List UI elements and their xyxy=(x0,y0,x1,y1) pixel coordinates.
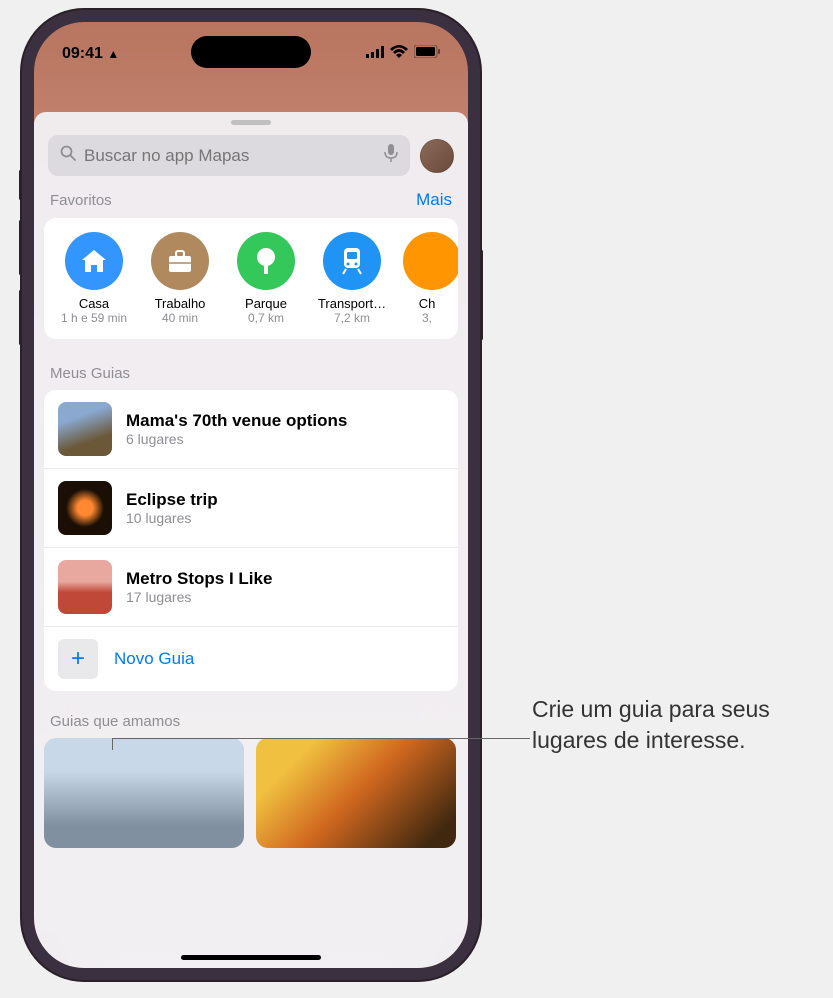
location-arrow-icon: ▲ xyxy=(107,47,119,61)
favorite-park[interactable]: Parque 0,7 km xyxy=(224,232,308,325)
cellular-icon xyxy=(366,45,384,63)
callout-text: Crie um guia para seus lugares de intere… xyxy=(532,694,832,756)
home-indicator[interactable] xyxy=(181,955,321,960)
guide-item[interactable]: Metro Stops I Like 17 lugares xyxy=(44,548,458,627)
grabber[interactable] xyxy=(231,120,271,125)
search-field[interactable] xyxy=(48,135,410,176)
loved-guides-row[interactable] xyxy=(34,738,468,848)
loved-guide-card[interactable] xyxy=(256,738,456,848)
guide-item[interactable]: Mama's 70th venue options 6 lugares xyxy=(44,390,458,469)
favorites-header: Favoritos xyxy=(50,192,112,209)
favorites-more-link[interactable]: Mais xyxy=(416,190,452,210)
guide-thumbnail xyxy=(58,402,112,456)
guide-item[interactable]: Eclipse trip 10 lugares xyxy=(44,469,458,548)
phone-screen: 09:41 ▲ xyxy=(34,22,468,968)
favorite-other[interactable]: Ch 3, xyxy=(396,232,458,325)
favorite-transit[interactable]: Transport… 7,2 km xyxy=(310,232,394,325)
search-icon xyxy=(60,145,76,166)
loved-guide-card[interactable] xyxy=(44,738,244,848)
volume-down-button xyxy=(19,290,22,345)
my-guides-card: Mama's 70th venue options 6 lugares Ecli… xyxy=(44,390,458,691)
guide-thumbnail xyxy=(58,481,112,535)
status-time: 09:41 xyxy=(62,45,103,62)
volume-up-button xyxy=(19,220,22,275)
favorites-row[interactable]: Casa 1 h e 59 min Trabalho 40 min xyxy=(52,232,458,325)
battery-icon xyxy=(414,45,440,63)
my-guides-header: Meus Guias xyxy=(50,365,130,382)
search-sheet: Favoritos Mais Casa 1 h e 59 min xyxy=(34,112,468,968)
favorite-home[interactable]: Casa 1 h e 59 min xyxy=(52,232,136,325)
dynamic-island xyxy=(191,36,311,68)
profile-avatar[interactable] xyxy=(420,139,454,173)
mute-switch xyxy=(19,170,22,200)
microphone-icon[interactable] xyxy=(384,144,398,167)
callout-line xyxy=(112,738,530,739)
favorites-card: Casa 1 h e 59 min Trabalho 40 min xyxy=(44,218,458,339)
phone-frame: 09:41 ▲ xyxy=(22,10,480,980)
pin-icon xyxy=(403,232,458,290)
search-input[interactable] xyxy=(84,146,376,166)
side-button xyxy=(480,250,483,340)
home-icon xyxy=(65,232,123,290)
briefcase-icon xyxy=(151,232,209,290)
loved-guides-header: Guias que amamos xyxy=(50,713,180,730)
plus-icon: + xyxy=(58,639,98,679)
train-icon xyxy=(323,232,381,290)
tree-icon xyxy=(237,232,295,290)
new-guide-button[interactable]: + Novo Guia xyxy=(44,627,458,691)
wifi-icon xyxy=(390,45,408,63)
favorite-work[interactable]: Trabalho 40 min xyxy=(138,232,222,325)
guide-thumbnail xyxy=(58,560,112,614)
